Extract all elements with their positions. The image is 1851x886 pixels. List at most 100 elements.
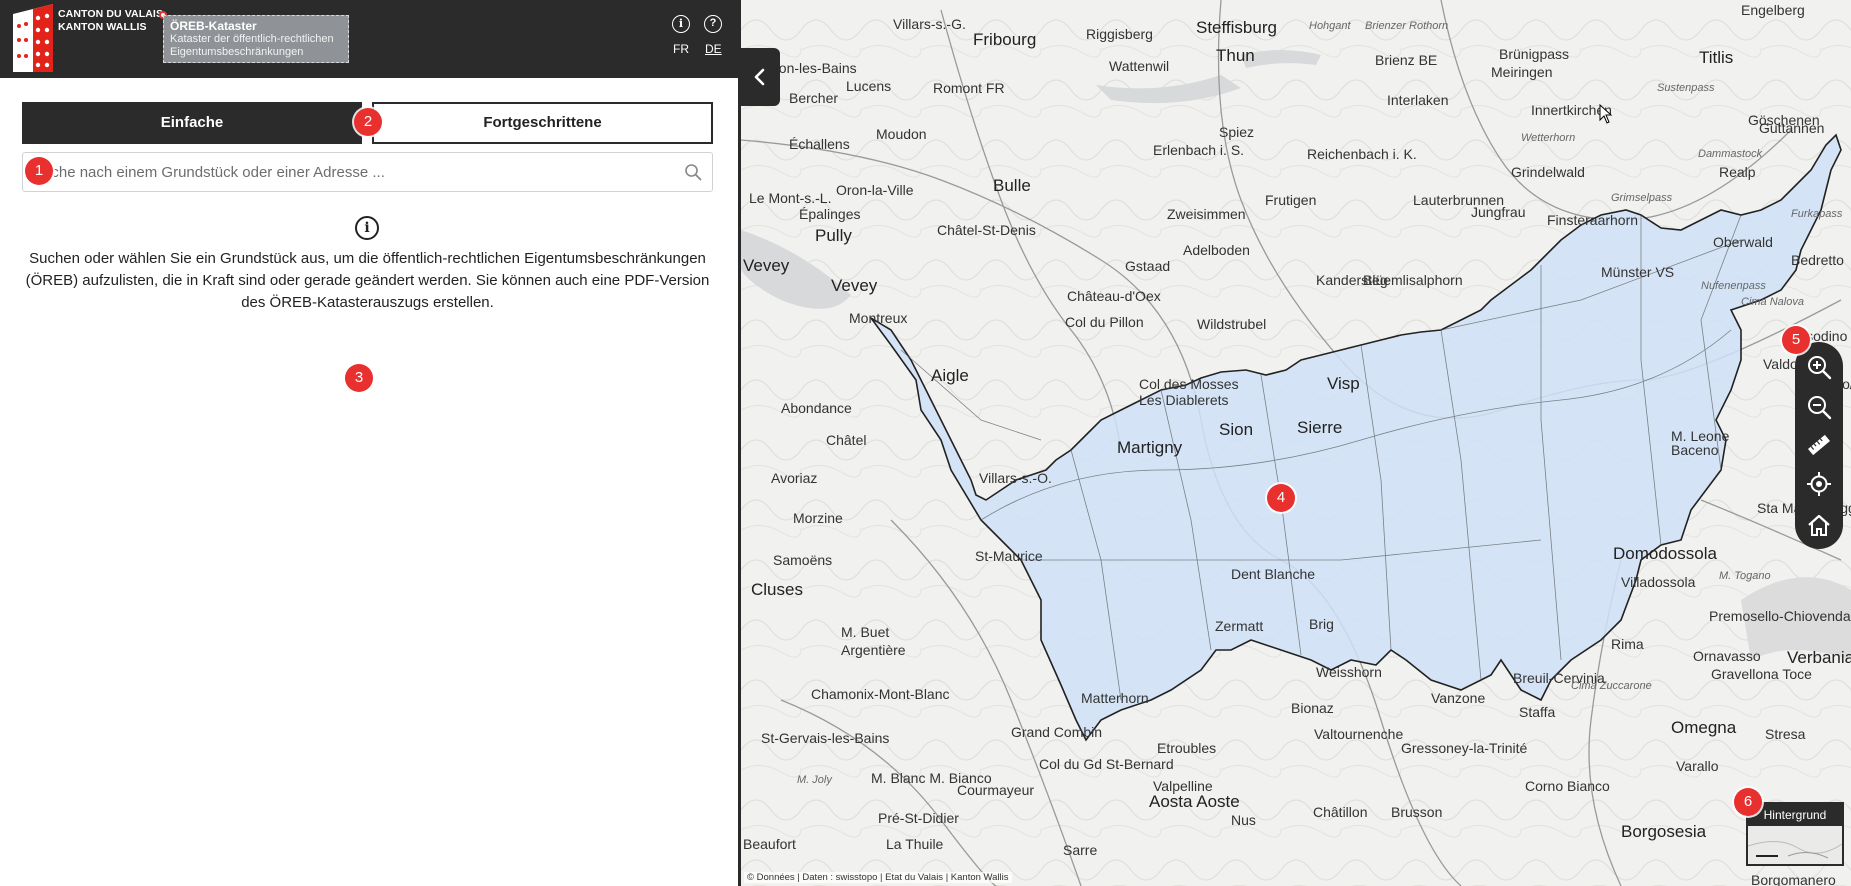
place-label: Titlis [1699,48,1734,67]
place-label: Frutigen [1265,192,1317,208]
place-label: Valpelline [1153,778,1213,794]
locate-icon[interactable] [1804,469,1834,499]
tab-advanced-search[interactable]: Fortgeschrittene [372,102,713,144]
place-label: Breuil-Cervinia [1513,670,1605,686]
place-label: Vanzone [1431,690,1486,706]
place-label: Weisshorn [1316,664,1382,680]
place-label: Villars-s.-G. [893,16,966,32]
place-label: Reichenbach i. K. [1307,146,1417,162]
marker-badge-5: 5 [1782,326,1810,354]
place-label: Zweisimmen [1167,206,1246,222]
place-label: Montreux [849,310,908,326]
background-thumbnail [1748,826,1842,864]
canton-logo-icon[interactable] [13,4,53,72]
marker-badge-2: 2 [354,108,382,136]
place-label: Finsteraarhorn [1547,212,1639,228]
place-label: Aosta Aoste [1149,792,1240,811]
place-label: Nus [1231,812,1256,828]
place-label: Brienzer Rothorn [1365,20,1449,32]
place-label: Sierre [1297,418,1343,437]
language-de-link[interactable]: DE [705,42,722,56]
collapse-panel-button[interactable] [740,48,780,106]
place-label: Zermatt [1215,618,1264,634]
place-label: Omegna [1671,718,1737,737]
place-label: Valtournenche [1314,726,1404,742]
place-label: Bulle [993,176,1031,195]
place-label: Wildstrubel [1197,316,1267,332]
zoom-in-icon[interactable] [1804,352,1834,382]
place-label: Pré-St-Didier [878,810,959,826]
place-label: Sustenpass [1657,82,1715,94]
place-label: M. Togano [1719,570,1771,582]
place-label: Lucens [846,78,892,94]
place-label: Rima [1611,636,1644,652]
place-label: Münster VS [1601,264,1675,280]
place-label: Baceno [1671,442,1719,458]
place-label: Spiez [1219,124,1255,140]
canton-name-de: KANTON WALLIS [58,21,147,33]
place-label: St-Gervais-les-Bains [761,730,890,746]
app-title-box: ÖREB-Kataster Kataster der öffentlich-re… [163,15,349,63]
marker-badge-3: 3 [345,364,373,392]
place-label: M. Joly [797,774,832,786]
info-message: Suchen oder wählen Sie ein Grundstück au… [25,250,710,311]
place-label: Chamonix-Mont-Blanc [811,686,950,702]
place-label: Grand Combin [1011,724,1103,740]
place-label: Cluses [751,580,803,599]
place-label: Romont FR [933,80,1005,96]
place-label: Brienz BE [1375,52,1438,68]
place-label: Matterhorn [1081,690,1149,706]
language-fr-link[interactable]: FR [673,42,689,56]
marker-badge-4: 4 [1267,484,1295,512]
place-label: Abondance [781,400,852,416]
tab-simple-search[interactable]: Einfache [22,102,362,144]
place-label: Épalinges [799,206,861,222]
place-label: Furkapass [1791,208,1843,220]
place-label: Château-d'Oex [1067,288,1161,304]
place-label: Domodossola [1613,544,1717,563]
place-label: Riggisberg [1086,26,1153,42]
place-label: Vevey [743,256,790,275]
place-label: Interlaken [1387,92,1449,108]
place-label: Stresa [1765,726,1806,742]
place-label: Etroubles [1157,740,1217,756]
canton-name-fr: CANTON DU VALAIS [58,8,164,20]
place-label: Châtel-St-Denis [937,222,1036,238]
place-label: Brünigpass [1499,46,1570,62]
info-icon: i [355,216,379,240]
place-label: Adelboden [1183,242,1250,258]
place-label: Nufenenpass [1701,280,1766,292]
place-label: Dammastock [1698,148,1763,160]
place-label: Grindelwald [1511,164,1585,180]
place-label: Argentière [841,642,906,658]
place-label: St-Maurice [975,548,1043,564]
place-label: Varallo [1676,758,1719,774]
background-switcher-button[interactable]: Hintergrund [1746,802,1844,866]
place-label: Châtel [826,432,867,448]
map-canvas[interactable]: Villars-s.-G. Fribourg Steffisburg Thun … [738,0,1851,886]
map-toolbar [1795,342,1843,549]
place-label: Oberwald [1713,234,1773,250]
place-label: Cima Nalova [1741,296,1804,308]
chevron-left-icon [754,68,765,86]
home-icon[interactable] [1804,510,1834,540]
place-label: Visp [1327,374,1360,393]
place-label: Dent Blanche [1231,566,1316,582]
place-label: Bercher [789,90,839,106]
help-icon[interactable]: ? [704,15,722,33]
search-icon[interactable] [684,163,702,181]
place-label: Gressoney-la-Trinité [1401,740,1528,756]
place-label: Grimselpass [1611,192,1673,204]
place-label: Wattenwil [1109,58,1170,74]
search-input[interactable] [33,154,673,190]
place-label: Blüemlisalphorn [1363,272,1463,288]
info-icon[interactable]: i [672,15,690,33]
place-label: Staffa [1519,704,1556,720]
place-label: Villars-s.-O. [979,470,1052,486]
place-label: Fribourg [973,30,1037,49]
search-box [22,152,713,192]
place-label: Borgomanero [1751,872,1836,886]
zoom-out-icon[interactable] [1804,392,1834,422]
measure-icon[interactable] [1804,430,1834,460]
place-label: Les Diablerets [1139,392,1229,408]
